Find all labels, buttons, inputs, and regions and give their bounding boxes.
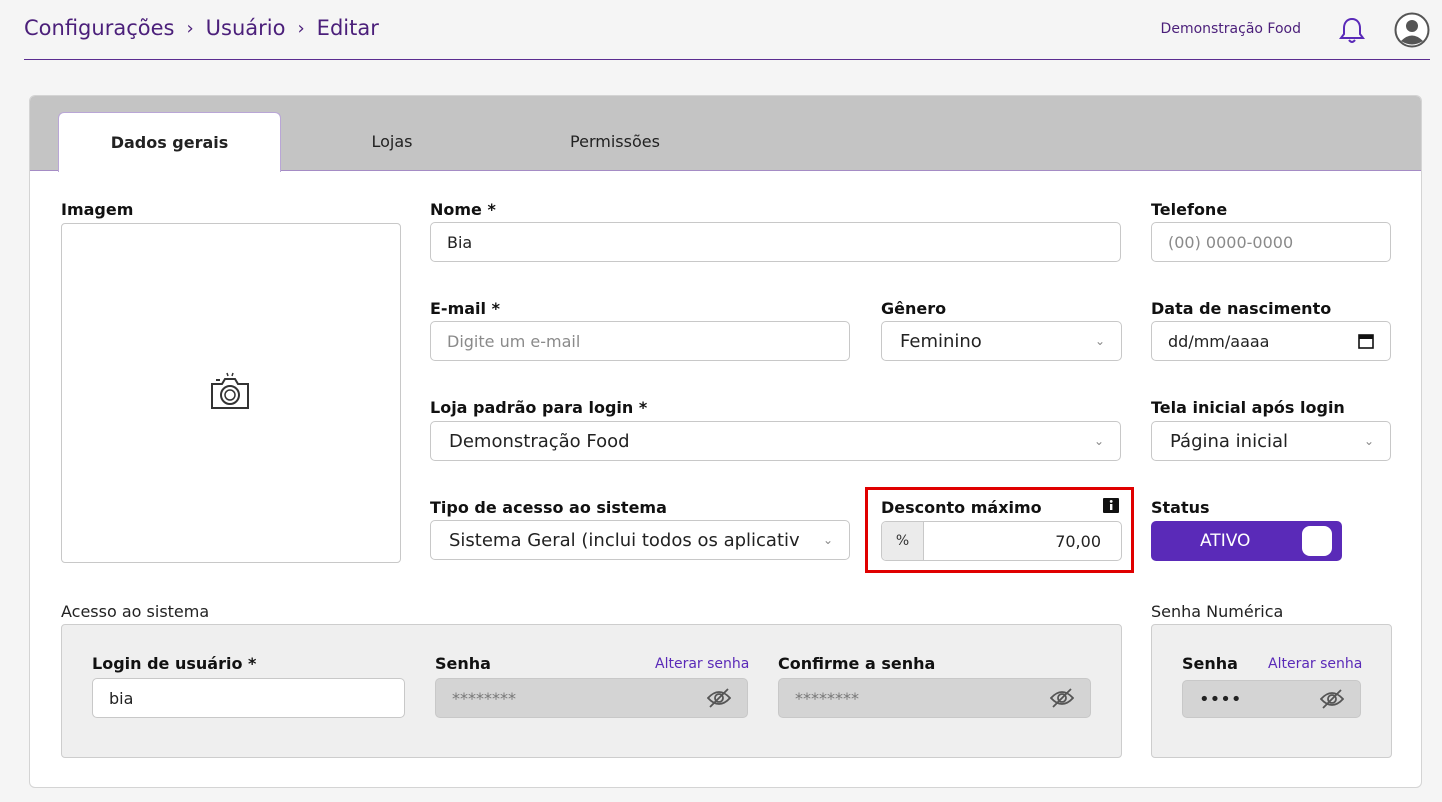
senha-numerica-value: •••• — [1199, 688, 1242, 710]
nome-label: Nome * — [430, 200, 496, 219]
loja-label: Loja padrão para login * — [430, 398, 648, 417]
breadcrumb: Configurações › Usuário › Editar — [24, 16, 379, 40]
senha-numerica-label: Senha — [1182, 654, 1238, 673]
company-name[interactable]: Demonstração Food — [1161, 21, 1301, 37]
acesso-panel: Login de usuário * bia Senha Alterar sen… — [61, 624, 1122, 758]
tela-select[interactable]: Página inicial ⌄ — [1151, 421, 1391, 461]
alterar-senha-numerica-link[interactable]: Alterar senha — [1268, 656, 1362, 672]
eye-slash-icon[interactable] — [1320, 689, 1344, 709]
telefone-label: Telefone — [1151, 200, 1228, 219]
top-bar: Configurações › Usuário › Editar Demonst… — [24, 0, 1430, 60]
nome-input[interactable]: Bia — [430, 222, 1121, 262]
tab-bar: Dados gerais Lojas Permissões — [30, 96, 1421, 172]
calendar-icon[interactable] — [1358, 333, 1374, 349]
tela-label: Tela inicial após login — [1151, 398, 1345, 417]
login-label: Login de usuário * — [92, 654, 257, 673]
confirme-label: Confirme a senha — [778, 654, 936, 673]
chevron-down-icon: ⌄ — [1093, 434, 1104, 448]
tipo-value: Sistema Geral (inclui todos os aplicativ — [449, 529, 800, 551]
loja-select[interactable]: Demonstração Food ⌄ — [430, 421, 1121, 461]
image-upload[interactable] — [61, 223, 401, 563]
senha-numerica-title: Senha Numérica — [1151, 602, 1284, 621]
toggle-knob — [1302, 526, 1332, 556]
desconto-input[interactable]: % 70,00 — [881, 521, 1122, 561]
bell-icon[interactable] — [1339, 16, 1365, 44]
eye-slash-icon[interactable] — [1050, 688, 1074, 708]
genero-label: Gênero — [881, 299, 947, 318]
breadcrumb-item-configuracoes[interactable]: Configurações — [24, 16, 174, 40]
senha-value: ******** — [452, 688, 516, 708]
tela-value: Página inicial — [1170, 430, 1289, 452]
loja-value: Demonstração Food — [449, 430, 630, 452]
eye-slash-icon[interactable] — [707, 688, 731, 708]
percent-prefix: % — [882, 522, 924, 560]
chevron-right-icon: › — [186, 17, 194, 39]
genero-select[interactable]: Feminino ⌄ — [881, 321, 1122, 361]
genero-value: Feminino — [900, 330, 982, 352]
senha-label: Senha — [435, 654, 491, 673]
login-input[interactable]: bia — [92, 678, 405, 718]
status-value: ATIVO — [1200, 531, 1251, 551]
tab-dados-gerais[interactable]: Dados gerais — [58, 112, 281, 172]
info-icon[interactable] — [1103, 498, 1119, 513]
camera-icon — [211, 372, 249, 409]
email-label: E-mail * — [430, 299, 500, 318]
chevron-down-icon: ⌄ — [1094, 334, 1105, 348]
breadcrumb-item-editar: Editar — [316, 16, 379, 40]
nascimento-input[interactable]: dd/mm/aaaa — [1151, 321, 1391, 361]
tab-lojas[interactable]: Lojas — [320, 112, 464, 171]
user-edit-card: Dados gerais Lojas Permissões Imagem Nom… — [29, 95, 1422, 788]
telefone-input[interactable]: (00) 0000-0000 — [1151, 222, 1391, 262]
senha-numerica-panel: Senha Alterar senha •••• — [1151, 624, 1392, 758]
acesso-title: Acesso ao sistema — [61, 602, 210, 621]
tab-permissoes[interactable]: Permissões — [545, 112, 685, 171]
status-toggle[interactable]: ATIVO — [1151, 521, 1342, 561]
chevron-down-icon: ⌄ — [822, 533, 833, 547]
confirme-value: ******** — [795, 688, 859, 708]
email-input[interactable]: Digite um e-mail — [430, 321, 850, 361]
tipo-label: Tipo de acesso ao sistema — [430, 498, 667, 517]
user-avatar-icon[interactable] — [1394, 12, 1430, 48]
confirme-input: ******** — [778, 678, 1091, 718]
desconto-label: Desconto máximo — [881, 498, 1042, 517]
alterar-senha-link[interactable]: Alterar senha — [655, 656, 749, 672]
tipo-select[interactable]: Sistema Geral (inclui todos os aplicativ… — [430, 520, 850, 560]
desconto-value[interactable]: 70,00 — [924, 522, 1121, 560]
nascimento-label: Data de nascimento — [1151, 299, 1332, 318]
imagem-label: Imagem — [61, 200, 134, 219]
senha-numerica-input: •••• — [1182, 680, 1361, 718]
nascimento-value: dd/mm/aaaa — [1168, 331, 1270, 351]
breadcrumb-item-usuario[interactable]: Usuário — [206, 16, 286, 40]
status-label: Status — [1151, 498, 1210, 517]
chevron-down-icon: ⌄ — [1363, 434, 1374, 448]
chevron-right-icon: › — [297, 17, 305, 39]
senha-input: ******** — [435, 678, 748, 718]
